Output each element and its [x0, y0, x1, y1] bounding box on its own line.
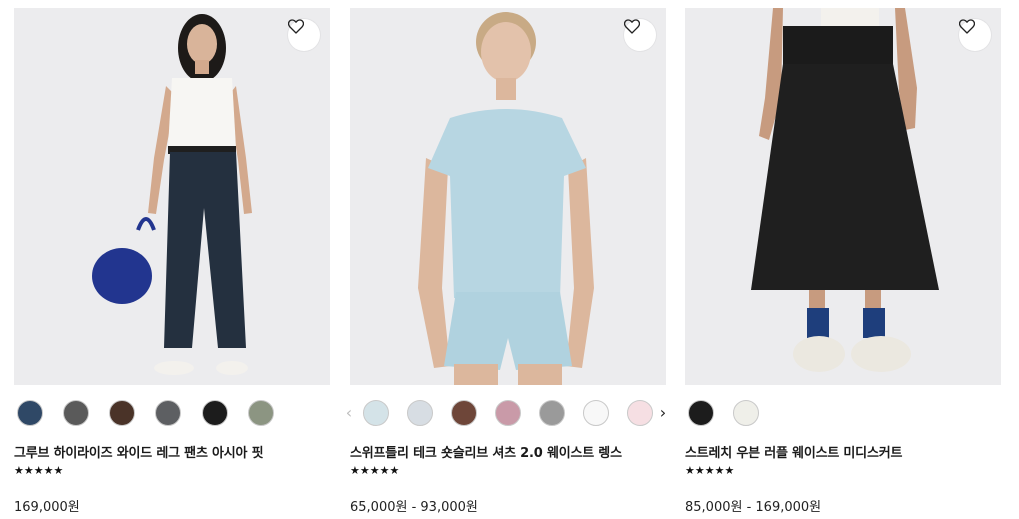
chevron-left-icon[interactable]: ‹	[342, 403, 356, 423]
color-swatch[interactable]	[155, 400, 181, 426]
color-swatches: ‹ ›	[346, 398, 666, 428]
color-swatch[interactable]	[627, 400, 653, 426]
product-price: 65,000원 - 93,000원	[350, 500, 478, 515]
heart-outline-icon	[288, 19, 304, 34]
rating-stars: ★★★★★	[685, 464, 735, 477]
product-price: 85,000원 - 169,000원	[685, 500, 822, 515]
product-name[interactable]: 스위프틀리 테크 숏슬리브 셔츠 2.0 웨이스트 렝스	[350, 442, 666, 461]
chevron-right-icon[interactable]: ›	[656, 403, 670, 423]
color-swatch[interactable]	[495, 400, 521, 426]
color-swatch[interactable]	[109, 400, 135, 426]
color-swatch[interactable]	[688, 400, 714, 426]
color-swatch[interactable]	[583, 400, 609, 426]
product-image[interactable]	[685, 8, 1001, 385]
color-swatch[interactable]	[733, 400, 759, 426]
product-card[interactable]: 그루브 하이라이즈 와이드 레그 팬츠 아시아 핏 ★★★★★ 169,000원	[14, 8, 330, 519]
rating-stars: ★★★★★	[14, 464, 64, 477]
color-swatch[interactable]	[363, 400, 389, 426]
product-name[interactable]: 스트레치 우븐 러플 웨이스트 미디스커트	[685, 442, 1001, 461]
color-swatches	[14, 398, 330, 428]
heart-outline-icon	[959, 19, 975, 34]
product-image[interactable]	[350, 8, 666, 385]
color-swatch[interactable]	[63, 400, 89, 426]
wishlist-button[interactable]	[624, 19, 656, 51]
color-swatch[interactable]	[248, 400, 274, 426]
color-swatch[interactable]	[451, 400, 477, 426]
wishlist-button[interactable]	[959, 19, 991, 51]
color-swatch[interactable]	[17, 400, 43, 426]
product-price: 169,000원	[14, 500, 80, 515]
product-card[interactable]: ‹ › 스위프틀리 테크 숏슬리브 셔츠 2.0 웨이스트 렝스 ★★★★★ 6…	[346, 8, 666, 519]
color-swatch[interactable]	[407, 400, 433, 426]
rating-stars: ★★★★★	[350, 464, 400, 477]
product-image[interactable]	[14, 8, 330, 385]
product-name[interactable]: 그루브 하이라이즈 와이드 레그 팬츠 아시아 핏	[14, 442, 330, 461]
product-grid: 그루브 하이라이즈 와이드 레그 팬츠 아시아 핏 ★★★★★ 169,000원	[0, 0, 1019, 519]
heart-outline-icon	[624, 19, 640, 34]
color-swatches	[685, 398, 1001, 428]
product-card[interactable]: 스트레치 우븐 러플 웨이스트 미디스커트 ★★★★★ 85,000원 - 16…	[685, 8, 1001, 519]
color-swatch[interactable]	[202, 400, 228, 426]
wishlist-button[interactable]	[288, 19, 320, 51]
color-swatch[interactable]	[539, 400, 565, 426]
